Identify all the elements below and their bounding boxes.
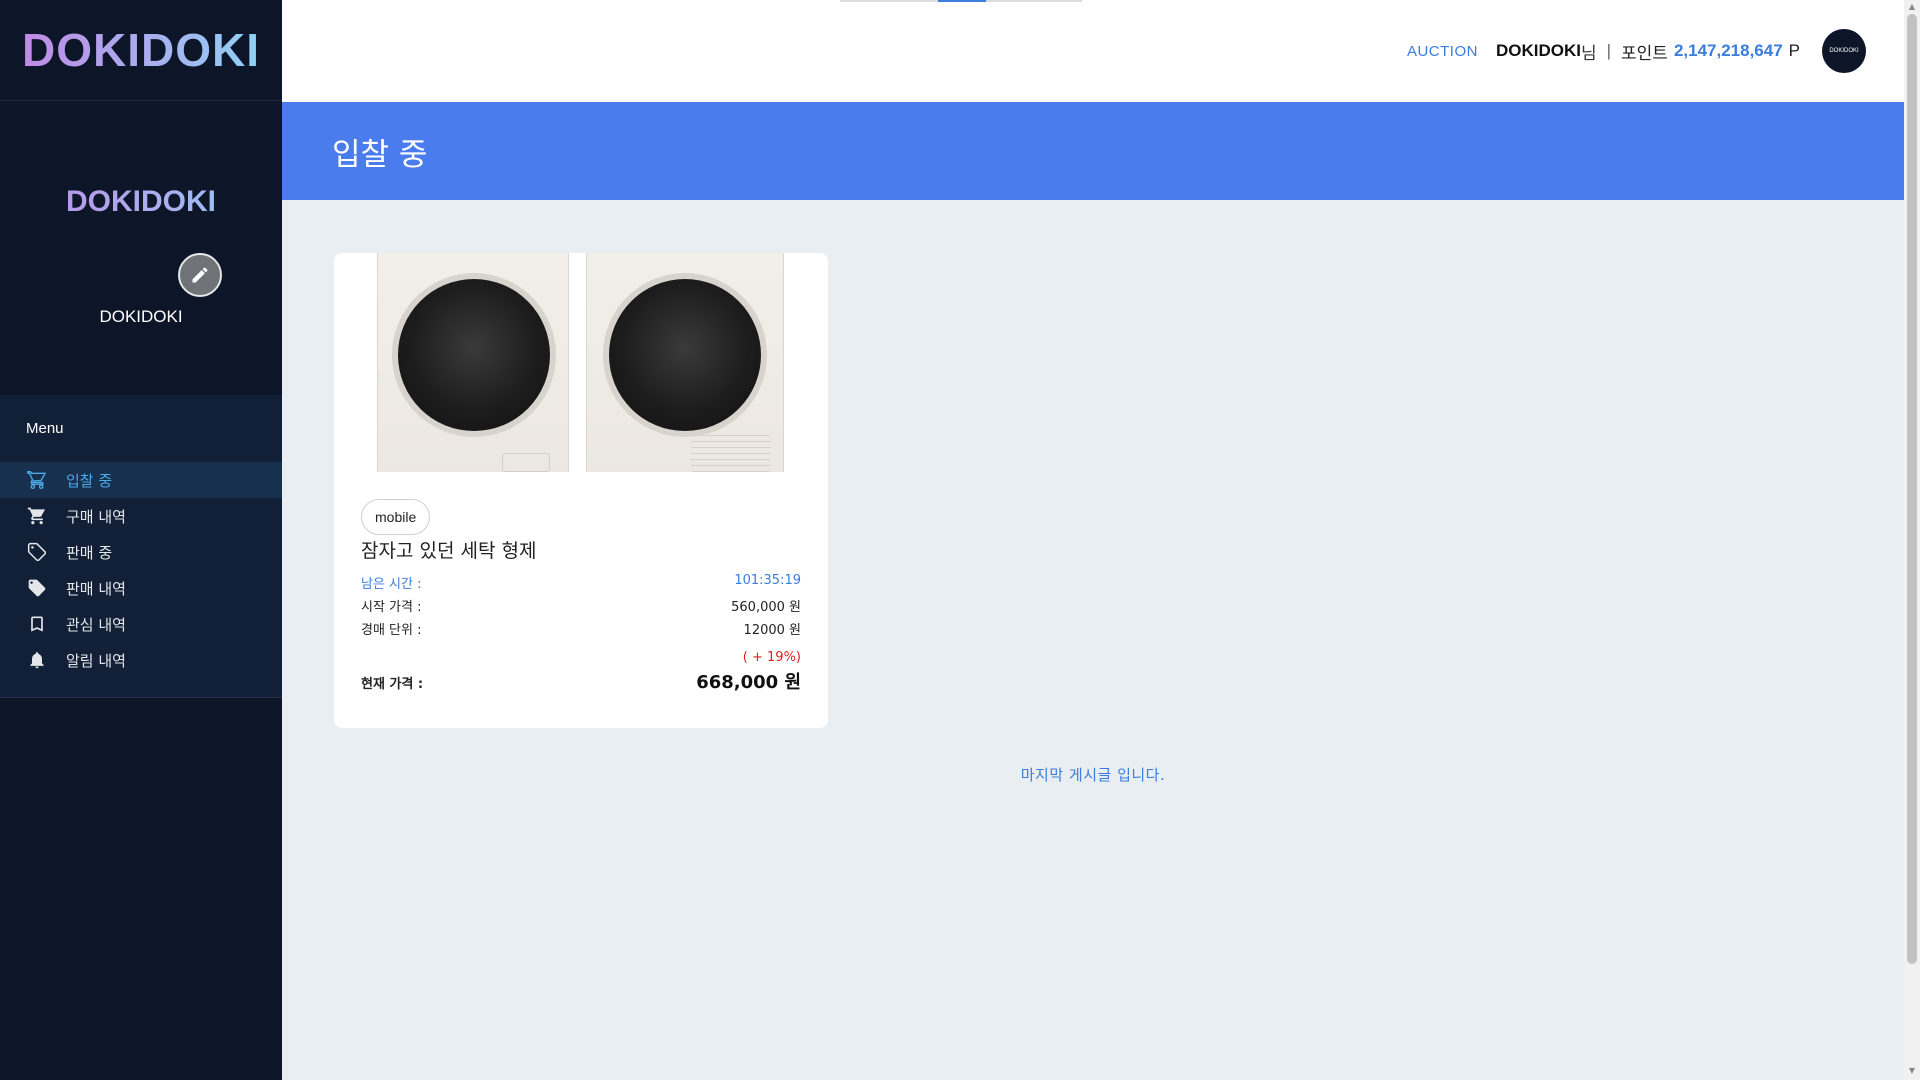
header-user-area: AUCTION DOKIDOKI 님 | 포인트 2,147,218,647 P… <box>1407 29 1866 73</box>
pencil-icon <box>192 267 208 283</box>
sidebar-item-bidding[interactable]: 입찰 중 <box>0 462 282 498</box>
top-progress-indicator <box>840 0 1082 2</box>
dryer-image <box>586 253 784 472</box>
sidebar-item-label: 판매 내역 <box>66 579 126 598</box>
start-price-label: 시작 가격 : <box>361 600 422 615</box>
bid-unit-label: 경매 단위 : <box>361 623 422 638</box>
scroll-thumb[interactable] <box>1907 14 1917 964</box>
sidebar-item-label: 입찰 중 <box>66 471 113 490</box>
brand-text[interactable]: DOKIDOKI <box>22 23 260 77</box>
bookmark-icon <box>26 613 48 635</box>
remaining-time-label: 남은 시간 : <box>361 577 422 592</box>
sidebar-item-label: 관심 내역 <box>66 615 126 634</box>
page-banner: 입찰 중 <box>282 102 1904 200</box>
sidebar-item-sales[interactable]: 판매 내역 <box>0 570 282 606</box>
end-of-list-message: 마지막 게시글 입니다. <box>1020 766 1166 784</box>
sidebar-item-purchases[interactable]: 구매 내역 <box>0 498 282 534</box>
user-suffix: 님 <box>1580 43 1597 63</box>
current-price-value: 668,000 원 <box>696 672 801 693</box>
sidebar-item-label: 구매 내역 <box>66 507 126 526</box>
product-image[interactable] <box>377 253 785 472</box>
bid-unit-row: 경매 단위 : 12000 원 <box>361 619 801 638</box>
auction-card[interactable]: mobile 잠자고 있던 세탁 형제 남은 시간 : 101:35:19 시작… <box>334 253 828 728</box>
menu-title: Menu <box>26 420 64 437</box>
sidebar-item-selling[interactable]: 판매 중 <box>0 534 282 570</box>
profile-logo: DOKIDOKI <box>0 185 282 219</box>
header-separator: | <box>1606 41 1612 60</box>
avatar-text: DOKIDOKI <box>1829 48 1859 54</box>
sidebar-item-notifications[interactable]: 알림 내역 <box>0 642 282 678</box>
tag-outline-icon <box>26 541 48 563</box>
tag-filled-icon <box>26 577 48 599</box>
top-header: AUCTION DOKIDOKI 님 | 포인트 2,147,218,647 P… <box>282 0 1904 102</box>
remaining-time-row: 남은 시간 : 101:35:19 <box>361 573 801 592</box>
price-rise-percent: ( + 19%) <box>742 650 801 665</box>
current-price-row: 현재 가격 : 668,000 원 <box>361 668 801 694</box>
scroll-down-icon[interactable]: ▼ <box>1907 1066 1917 1076</box>
page-scrollbar[interactable]: ▲ ▼ <box>1904 0 1920 1080</box>
avatar[interactable]: DOKIDOKI <box>1822 29 1866 73</box>
cart-icon <box>26 469 48 491</box>
page-title: 입찰 중 <box>332 136 428 173</box>
washer-image <box>377 253 569 472</box>
start-price-value: 560,000 원 <box>731 600 801 615</box>
profile-section: DOKIDOKI DOKIDOKI <box>0 101 282 395</box>
point-unit: P <box>1788 41 1800 60</box>
profile-name: DOKIDOKI <box>99 307 183 326</box>
category-tag[interactable]: mobile <box>361 499 431 535</box>
sidebar-item-label: 판매 중 <box>66 543 113 562</box>
brand-logo[interactable]: DOKIDOKI <box>0 0 282 101</box>
user-name: DOKIDOKI <box>1495 41 1581 60</box>
scroll-up-icon[interactable]: ▲ <box>1907 2 1917 12</box>
sidebar-item-label: 알림 내역 <box>66 651 126 670</box>
auction-link[interactable]: AUCTION <box>1407 43 1478 60</box>
remaining-time-value: 101:35:19 <box>734 573 801 588</box>
current-price-label: 현재 가격 : <box>361 677 424 692</box>
cart-icon <box>26 505 48 527</box>
start-price-row: 시작 가격 : 560,000 원 <box>361 596 801 615</box>
point-value: 2,147,218,647 <box>1673 41 1783 60</box>
bell-icon <box>26 649 48 671</box>
edit-profile-button[interactable] <box>178 253 222 297</box>
point-label: 포인트 <box>1621 43 1668 63</box>
sidebar-menu: Menu 입찰 중 구매 내역 판매 중 판매 내역 관심 내역 알림 내역 <box>0 395 282 698</box>
sidebar-item-wishlist[interactable]: 관심 내역 <box>0 606 282 642</box>
bid-unit-value: 12000 원 <box>743 623 801 638</box>
product-title[interactable]: 잠자고 있던 세탁 형제 <box>361 536 536 563</box>
sidebar: DOKIDOKI DOKIDOKI DOKIDOKI Menu 입찰 중 구매 … <box>0 0 282 1080</box>
